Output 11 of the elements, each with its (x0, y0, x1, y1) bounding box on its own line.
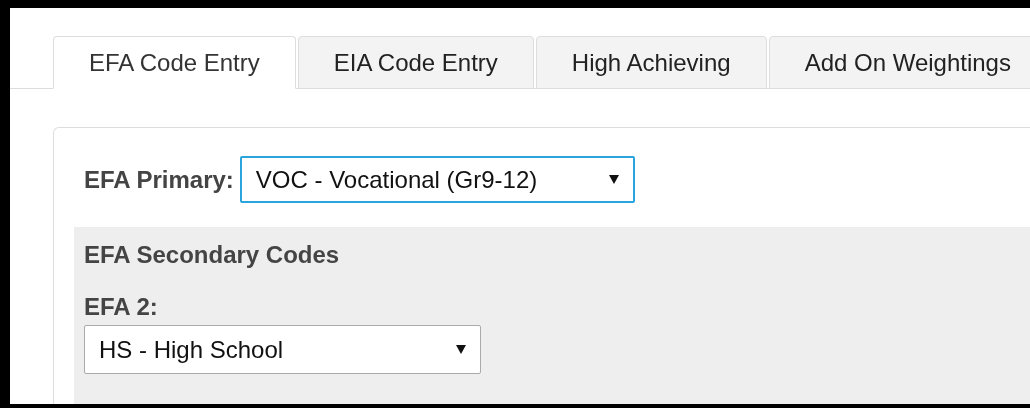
tab[interactable]: EIA Code Entry (297, 36, 534, 89)
field-label: EFA Primary: (84, 165, 234, 194)
tab[interactable]: High Achieving (535, 36, 767, 89)
select-field[interactable]: VOC - Vocational (Gr9-12) (239, 156, 635, 203)
tab[interactable]: Add On Weightings (768, 36, 1030, 89)
field-label: EFA 2: (84, 293, 159, 321)
section-title: EFA Secondary Codes (84, 241, 341, 269)
tab[interactable]: EFA Code Entry (53, 36, 296, 89)
select-field[interactable]: HS - High School (84, 325, 481, 374)
caret-icon (456, 345, 466, 354)
caret-icon (608, 175, 619, 184)
